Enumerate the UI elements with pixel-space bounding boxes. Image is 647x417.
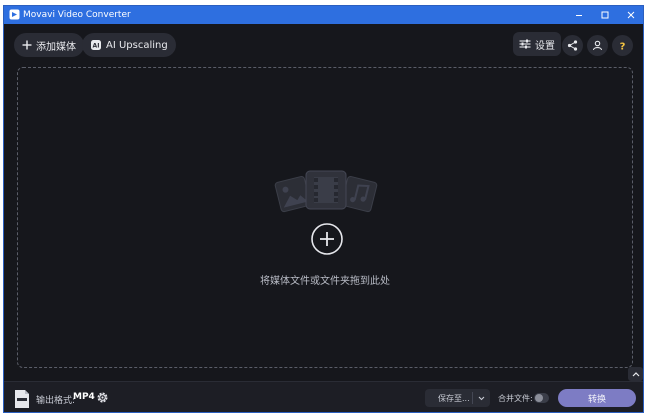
chevron-up-icon [632,372,639,377]
maximize-button[interactable] [592,6,618,24]
settings-button[interactable]: 设置 [513,32,561,56]
scroll-up-button[interactable] [628,367,643,381]
gear-icon[interactable] [96,391,109,404]
save-to-dropdown[interactable]: 保存至... [425,389,490,407]
add-media-button[interactable]: 添加媒体 [14,33,84,57]
movavi-logo-icon [9,9,20,20]
dropdown-divider [472,392,473,404]
ai-upscaling-label: AI Upscaling [106,39,168,51]
user-icon [592,40,603,51]
chevron-down-icon [478,396,485,400]
share-icon [567,40,578,51]
output-format-label: 输出格式: [36,396,76,406]
svg-text:?: ? [620,42,626,52]
convert-label: 转换 [587,394,606,405]
media-types-illustration-icon [274,170,378,213]
settings-label: 设置 [535,40,555,52]
output-format-value[interactable]: MP4 [73,392,95,402]
help-button[interactable]: ? [612,35,633,56]
question-mark-icon: ? [620,42,626,52]
merge-files-label: 合并文件: [498,394,533,403]
title-bar: Movavi Video Converter [4,6,643,24]
minimize-button[interactable] [566,6,592,24]
maximize-icon [601,11,609,19]
close-button[interactable] [618,6,643,24]
add-media-label: 添加媒体 [36,41,76,53]
video-file-icon [15,390,29,408]
toggle-knob [535,394,543,402]
close-icon [627,11,635,19]
ai-upscaling-button[interactable]: AI AI Upscaling [82,33,176,57]
sliders-icon [519,39,531,49]
save-to-label: 保存至... [438,393,470,403]
plus-icon [22,40,32,50]
window-title: Movavi Video Converter [23,10,131,20]
media-drop-zone[interactable]: 将媒体文件或文件夹拖到此处 [17,67,633,368]
drop-hint-text: 将媒体文件或文件夹拖到此处 [260,276,390,287]
add-circle-icon[interactable] [311,223,343,255]
app-window: Movavi Video Converter 添加媒体 AI AI Upscal… [3,5,644,413]
bottom-bar: 输出格式: MP4 保存至... 合并文件: 转换 [4,381,643,412]
minimize-icon [576,15,582,16]
account-button[interactable] [587,35,608,56]
merge-files-toggle[interactable] [534,393,549,403]
convert-button[interactable]: 转换 [558,389,636,407]
ai-chip-icon: AI [91,40,101,50]
svg-text:AI: AI [93,43,100,50]
share-button[interactable] [562,35,583,56]
